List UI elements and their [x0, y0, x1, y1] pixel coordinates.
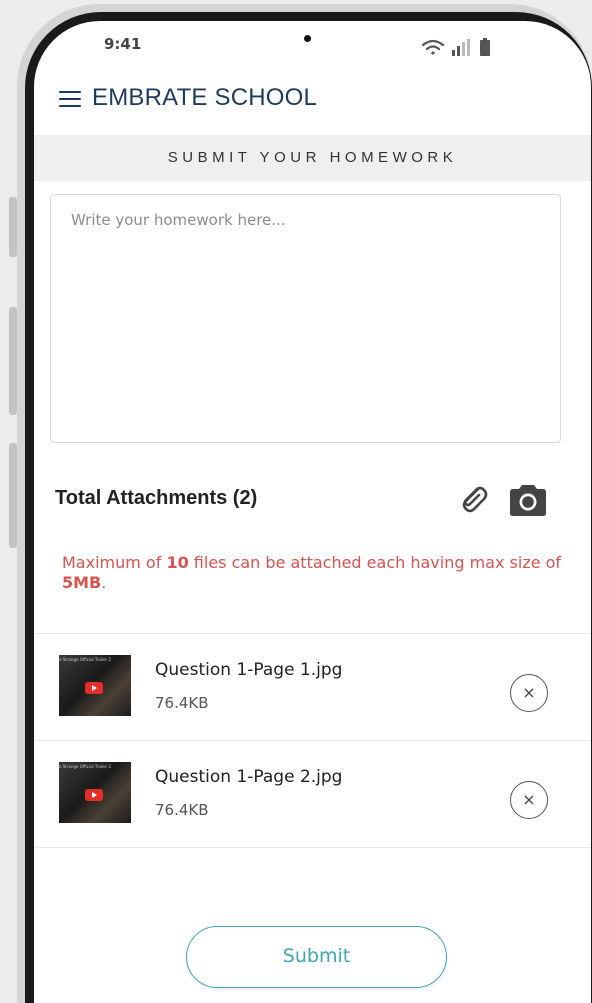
app-screen: 9:41 EMBRATE SCHOOL SUBMIT YOUR HOMEWORK… — [34, 21, 591, 1003]
camera-icon[interactable] — [506, 482, 550, 518]
attachment-limit-note: Maximum of 10 files can be attached each… — [62, 553, 562, 593]
attachment-file-size: 76.4KB — [155, 694, 209, 712]
battery-icon — [480, 38, 490, 56]
attachment-file-size: 76.4KB — [155, 801, 209, 819]
attachment-file-name: Question 1-Page 1.jpg — [155, 660, 343, 680]
thumbnail-caption: e Strange Official Trailer 2 — [59, 657, 111, 662]
remove-attachment-button[interactable]: × — [510, 674, 548, 712]
limit-note-middle: files can be attached each having max si… — [188, 553, 562, 572]
paperclip-icon[interactable] — [454, 480, 492, 518]
section-title: SUBMIT YOUR HOMEWORK — [34, 135, 591, 181]
max-file-size: 5MB — [62, 573, 102, 592]
front-camera — [304, 35, 311, 42]
attachments-title: Total Attachments (2) — [55, 487, 258, 509]
phone-side-button — [9, 197, 17, 257]
app-title: EMBRATE SCHOOL — [92, 84, 318, 111]
limit-note-prefix: Maximum of — [62, 553, 167, 572]
hamburger-menu-icon[interactable] — [59, 86, 85, 110]
status-icons — [421, 38, 490, 56]
attachment-list: e Strange Official Trailer 2 Question 1-… — [34, 633, 591, 848]
phone-volume-down-button — [9, 443, 17, 548]
play-icon — [85, 789, 103, 801]
phone-volume-up-button — [9, 307, 17, 415]
remove-attachment-button[interactable]: × — [510, 781, 548, 819]
thumbnail-caption: e Strange Official Trailer 2 — [59, 764, 111, 769]
limit-note-suffix: . — [101, 573, 107, 592]
max-files-count: 10 — [166, 553, 189, 572]
wifi-icon — [421, 39, 445, 55]
attachment-thumbnail[interactable]: e Strange Official Trailer 2 — [59, 655, 131, 716]
attachment-item: e Strange Official Trailer 2 Question 1-… — [34, 634, 591, 741]
homework-textarea[interactable] — [50, 194, 561, 443]
status-time: 9:41 — [104, 35, 142, 53]
play-icon — [85, 682, 103, 694]
submit-button[interactable]: Submit — [186, 926, 447, 988]
attachment-item: e Strange Official Trailer 2 Question 1-… — [34, 741, 591, 848]
attachment-thumbnail[interactable]: e Strange Official Trailer 2 — [59, 762, 131, 823]
signal-icon — [452, 39, 470, 56]
app-header: EMBRATE SCHOOL — [34, 76, 591, 134]
attachment-file-name: Question 1-Page 2.jpg — [155, 767, 343, 787]
